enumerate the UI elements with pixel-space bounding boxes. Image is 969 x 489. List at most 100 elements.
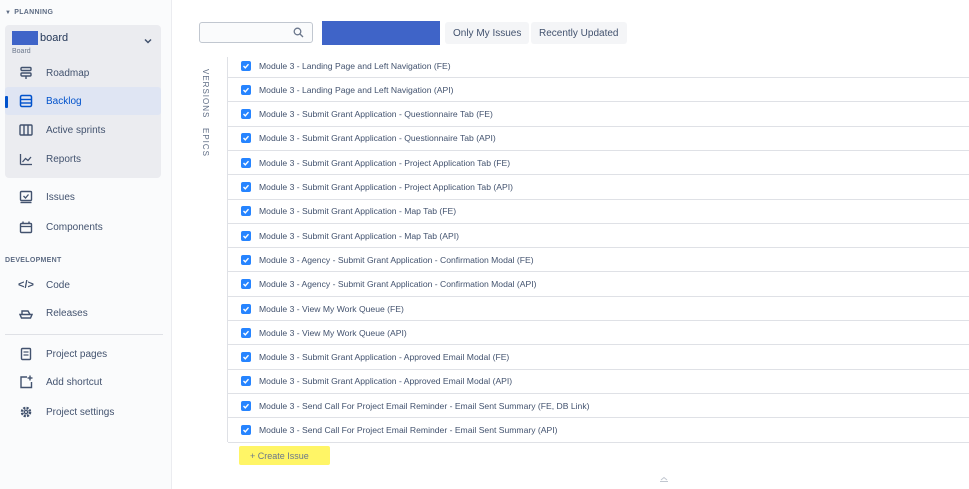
drag-handle-icon[interactable]: [657, 476, 671, 482]
issue-summary: Module 3 - Submit Grant Application - Pr…: [259, 182, 513, 192]
issue-row[interactable]: Module 3 - View My Work Queue (API): [228, 321, 969, 346]
issue-row[interactable]: Module 3 - Submit Grant Application - Qu…: [228, 126, 969, 151]
issue-row[interactable]: Module 3 - Landing Page and Left Navigat…: [228, 54, 969, 78]
issue-row[interactable]: Module 3 - Submit Grant Application - Ma…: [228, 224, 969, 249]
issue-row[interactable]: Module 3 - Submit Grant Application - Ap…: [228, 345, 969, 370]
sidebar: ▼ PLANNING board Board Roadmap Backlog A…: [0, 0, 172, 489]
task-type-icon: [241, 425, 251, 435]
add-shortcut-icon: [18, 374, 34, 390]
tab-versions[interactable]: VERSIONS: [201, 69, 210, 118]
search-icon: [293, 27, 304, 38]
issues-icon: [18, 189, 34, 205]
board-name: board: [40, 32, 69, 44]
sidebar-item-label: Backlog: [46, 95, 82, 107]
planning-section-header[interactable]: ▼ PLANNING: [5, 9, 53, 16]
sidebar-item-project-settings[interactable]: Project settings: [5, 398, 161, 426]
planning-label: PLANNING: [14, 9, 54, 16]
issue-summary: Module 3 - Agency - Submit Grant Applica…: [259, 254, 534, 265]
board-columns-icon: [18, 122, 34, 138]
sidebar-item-label: Roadmap: [46, 67, 90, 79]
task-type-icon: [241, 352, 251, 363]
issue-row[interactable]: Module 3 - Submit Grant Application - Pr…: [228, 151, 969, 176]
issue-row[interactable]: Module 3 - Submit Grant Application - Pr…: [228, 175, 969, 200]
sidebar-divider: [5, 334, 163, 335]
redacted-project-name: [12, 31, 38, 45]
issue-summary: Module 3 - Submit Grant Application - Pr…: [259, 157, 511, 168]
filter-only-my-issues[interactable]: Only My Issues: [445, 22, 530, 44]
board-selector[interactable]: board Board: [8, 29, 158, 57]
components-icon: [18, 219, 34, 235]
task-type-icon: [241, 84, 251, 95]
page-icon: [18, 346, 34, 362]
issue-row[interactable]: Module 3 - Submit Grant Application - Qu…: [228, 102, 969, 127]
task-type-icon: [241, 133, 251, 144]
issue-row[interactable]: Module 3 - Send Call For Project Email R…: [228, 418, 969, 443]
search-input[interactable]: [199, 22, 313, 43]
issue-summary: Module 3 - Landing Page and Left Navigat…: [259, 84, 454, 95]
issue-row[interactable]: Module 3 - Agency - Submit Grant Applica…: [228, 272, 969, 297]
issue-list: Module 3 - Landing Page and Left Navigat…: [227, 54, 969, 443]
issue-summary: Module 3 - Submit Grant Application - Ma…: [259, 206, 457, 217]
issue-row[interactable]: Module 3 - Agency - Submit Grant Applica…: [228, 248, 969, 273]
task-type-icon: [241, 254, 251, 265]
issue-summary: Module 3 - View My Work Queue (API): [259, 327, 407, 338]
sidebar-item-backlog[interactable]: Backlog: [5, 87, 161, 115]
task-type-icon: [241, 230, 251, 241]
sidebar-item-label: Components: [46, 221, 103, 233]
task-type-icon: [241, 60, 251, 71]
tab-epics[interactable]: EPICS: [201, 128, 210, 157]
backlog-icon: [18, 93, 34, 109]
create-issue-button[interactable]: + Create Issue: [239, 446, 330, 465]
sidebar-item-label: Reports: [46, 153, 82, 165]
sidebar-item-label: Add shortcut: [46, 376, 103, 388]
redacted-filter: [322, 21, 440, 45]
issue-summary: Module 3 - Submit Grant Application - Ap…: [259, 352, 510, 363]
code-icon: </>: [18, 279, 34, 291]
task-type-icon: [241, 303, 251, 314]
board-subtitle: Board: [12, 48, 31, 55]
roadmap-icon: [18, 65, 34, 81]
sidebar-item-issues[interactable]: Issues: [5, 183, 161, 211]
issue-summary: Module 3 - View My Work Queue (FE): [259, 303, 404, 314]
gear-icon: [18, 404, 34, 420]
task-type-icon: [241, 376, 251, 387]
issue-summary: Module 3 - Submit Grant Application - Ap…: [259, 376, 513, 387]
task-type-icon: [241, 400, 251, 411]
development-section-header: DEVELOPMENT: [5, 257, 62, 264]
task-type-icon: [241, 109, 251, 120]
issue-summary: Module 3 - Submit Grant Application - Ma…: [259, 230, 459, 241]
issue-row[interactable]: Module 3 - Submit Grant Application - Ma…: [228, 199, 969, 224]
sidebar-item-roadmap[interactable]: Roadmap: [5, 59, 161, 87]
issue-summary: Module 3 - Agency - Submit Grant Applica…: [259, 279, 537, 290]
issue-row[interactable]: Module 3 - Landing Page and Left Navigat…: [228, 78, 969, 103]
issue-row[interactable]: Module 3 - Submit Grant Application - Ap…: [228, 369, 969, 394]
issue-summary: Module 3 - Submit Grant Application - Qu…: [259, 133, 496, 144]
issue-summary: Module 3 - Send Call For Project Email R…: [259, 400, 590, 411]
active-indicator: [5, 96, 8, 108]
issue-summary: Module 3 - Send Call For Project Email R…: [259, 425, 558, 435]
sidebar-item-active-sprints[interactable]: Active sprints: [5, 116, 161, 144]
task-type-icon: [241, 157, 251, 168]
task-type-icon: [241, 206, 251, 217]
issue-row[interactable]: Module 3 - Send Call For Project Email R…: [228, 394, 969, 419]
sidebar-item-components[interactable]: Components: [5, 213, 161, 241]
sidebar-item-label: Project settings: [46, 406, 115, 418]
task-type-icon: [241, 279, 251, 290]
sidebar-item-label: Active sprints: [46, 124, 106, 136]
sidebar-item-label: Project pages: [46, 348, 108, 360]
sidebar-item-label: Releases: [46, 307, 88, 319]
ship-icon: [18, 305, 34, 321]
sidebar-item-reports[interactable]: Reports: [5, 145, 161, 173]
sidebar-item-releases[interactable]: Releases: [5, 299, 161, 327]
sidebar-item-code[interactable]: </> Code: [5, 271, 161, 299]
chart-icon: [18, 151, 34, 167]
task-type-icon: [241, 327, 251, 338]
issue-row[interactable]: Module 3 - View My Work Queue (FE): [228, 297, 969, 321]
chevron-down-icon: ▼: [5, 9, 12, 16]
issue-summary: Module 3 - Submit Grant Application - Qu…: [259, 109, 493, 120]
sidebar-item-project-pages[interactable]: Project pages: [5, 340, 161, 368]
sidebar-item-label: Code: [46, 279, 70, 291]
sidebar-item-add-shortcut[interactable]: Add shortcut: [5, 368, 161, 396]
filter-recently-updated[interactable]: Recently Updated: [531, 22, 627, 44]
sidebar-item-label: Issues: [46, 191, 75, 203]
